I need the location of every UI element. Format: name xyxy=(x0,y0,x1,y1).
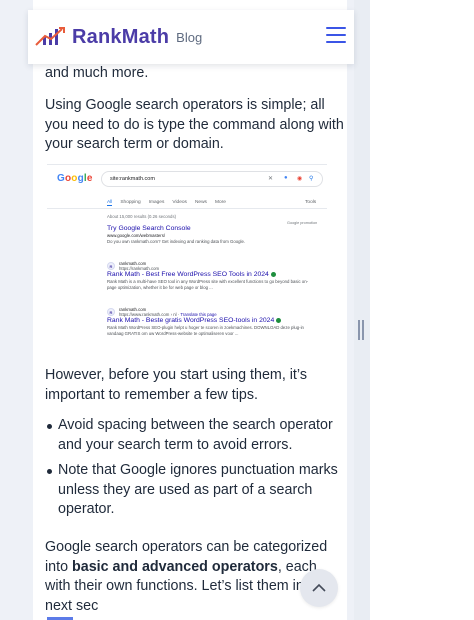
verified-icon xyxy=(270,271,276,277)
list-item: Note that Google ignores punctuation mar… xyxy=(45,461,345,520)
clear-icon: ✕ xyxy=(268,176,274,182)
google-search-box: site:rankmath.com ✕ ● ◉ ⚲ xyxy=(101,171,323,187)
google-result-stats: About 15,000 results (0.26 seconds) xyxy=(107,214,177,219)
google-tab: Videos xyxy=(172,200,187,205)
google-result: R rankmath.com https://www.rankmath.com … xyxy=(107,307,312,337)
verified-icon xyxy=(276,317,282,323)
chevron-up-icon xyxy=(312,583,326,592)
bold-operators-text: basic and advanced operators xyxy=(72,558,278,575)
mic-icon: ● xyxy=(284,175,288,181)
logo-subtitle: Blog xyxy=(176,29,203,45)
result-title: Rank Math - Best Free WordPress SEO Tool… xyxy=(107,271,312,279)
rankmath-logo-icon xyxy=(35,27,65,46)
google-divider xyxy=(47,208,327,209)
google-tab: All xyxy=(107,200,113,206)
result-description: Rank Math is a multi-have SEO tool in an… xyxy=(107,279,309,290)
side-rail xyxy=(354,0,370,620)
lens-icon: ◉ xyxy=(297,176,303,182)
site-header: RankMath Blog xyxy=(28,10,354,64)
hamburger-menu-icon[interactable] xyxy=(326,27,346,43)
result-title: Rank Math - Beste gratis WordPress SEO-t… xyxy=(107,317,312,325)
google-result: Try Google Search Console www.google.com… xyxy=(107,225,312,245)
google-query: site:rankmath.com xyxy=(110,176,155,182)
paragraph-categorized: Google search operators can be categoriz… xyxy=(45,539,328,614)
google-serp-image: Google site:rankmath.com ✕ ● ◉ ⚲ All Sho… xyxy=(47,164,327,352)
google-tab: News xyxy=(194,200,207,205)
list-item: Avoid spacing between the search operato… xyxy=(45,416,345,455)
google-tab: Shopping xyxy=(120,200,141,205)
result-description: Do you own rankmath.com? Get indexing an… xyxy=(107,239,246,244)
google-logo: Google xyxy=(57,173,93,184)
logo-text: RankMath xyxy=(72,25,170,48)
google-result: R rankmath.com https://rankmath.com Rank… xyxy=(107,261,312,291)
site-logo[interactable]: RankMath Blog xyxy=(34,26,202,49)
tips-list: Avoid spacing between the search operato… xyxy=(45,416,345,526)
google-tabs: All Shopping Images Videos News More xyxy=(107,200,226,206)
search-icon: ⚲ xyxy=(309,176,314,182)
paragraph-operators: Using Google search operators is simple;… xyxy=(45,97,344,153)
result-description: Rank Math WordPress SEO-plugin helpt u h… xyxy=(107,325,304,336)
google-tools: Tools xyxy=(305,200,317,205)
rankmath-favicon-icon: R xyxy=(107,308,115,316)
result-title: Try Google Search Console xyxy=(107,225,191,232)
scrollbar-handle[interactable] xyxy=(358,320,364,340)
rankmath-favicon-icon: R xyxy=(107,262,115,270)
google-tab: More xyxy=(214,200,226,205)
back-to-top-button[interactable] xyxy=(300,569,338,607)
google-tab: Images xyxy=(148,200,165,205)
paragraph-fragment: and much more. xyxy=(45,65,149,81)
paragraph-however: However, before you start using them, it… xyxy=(45,367,307,403)
